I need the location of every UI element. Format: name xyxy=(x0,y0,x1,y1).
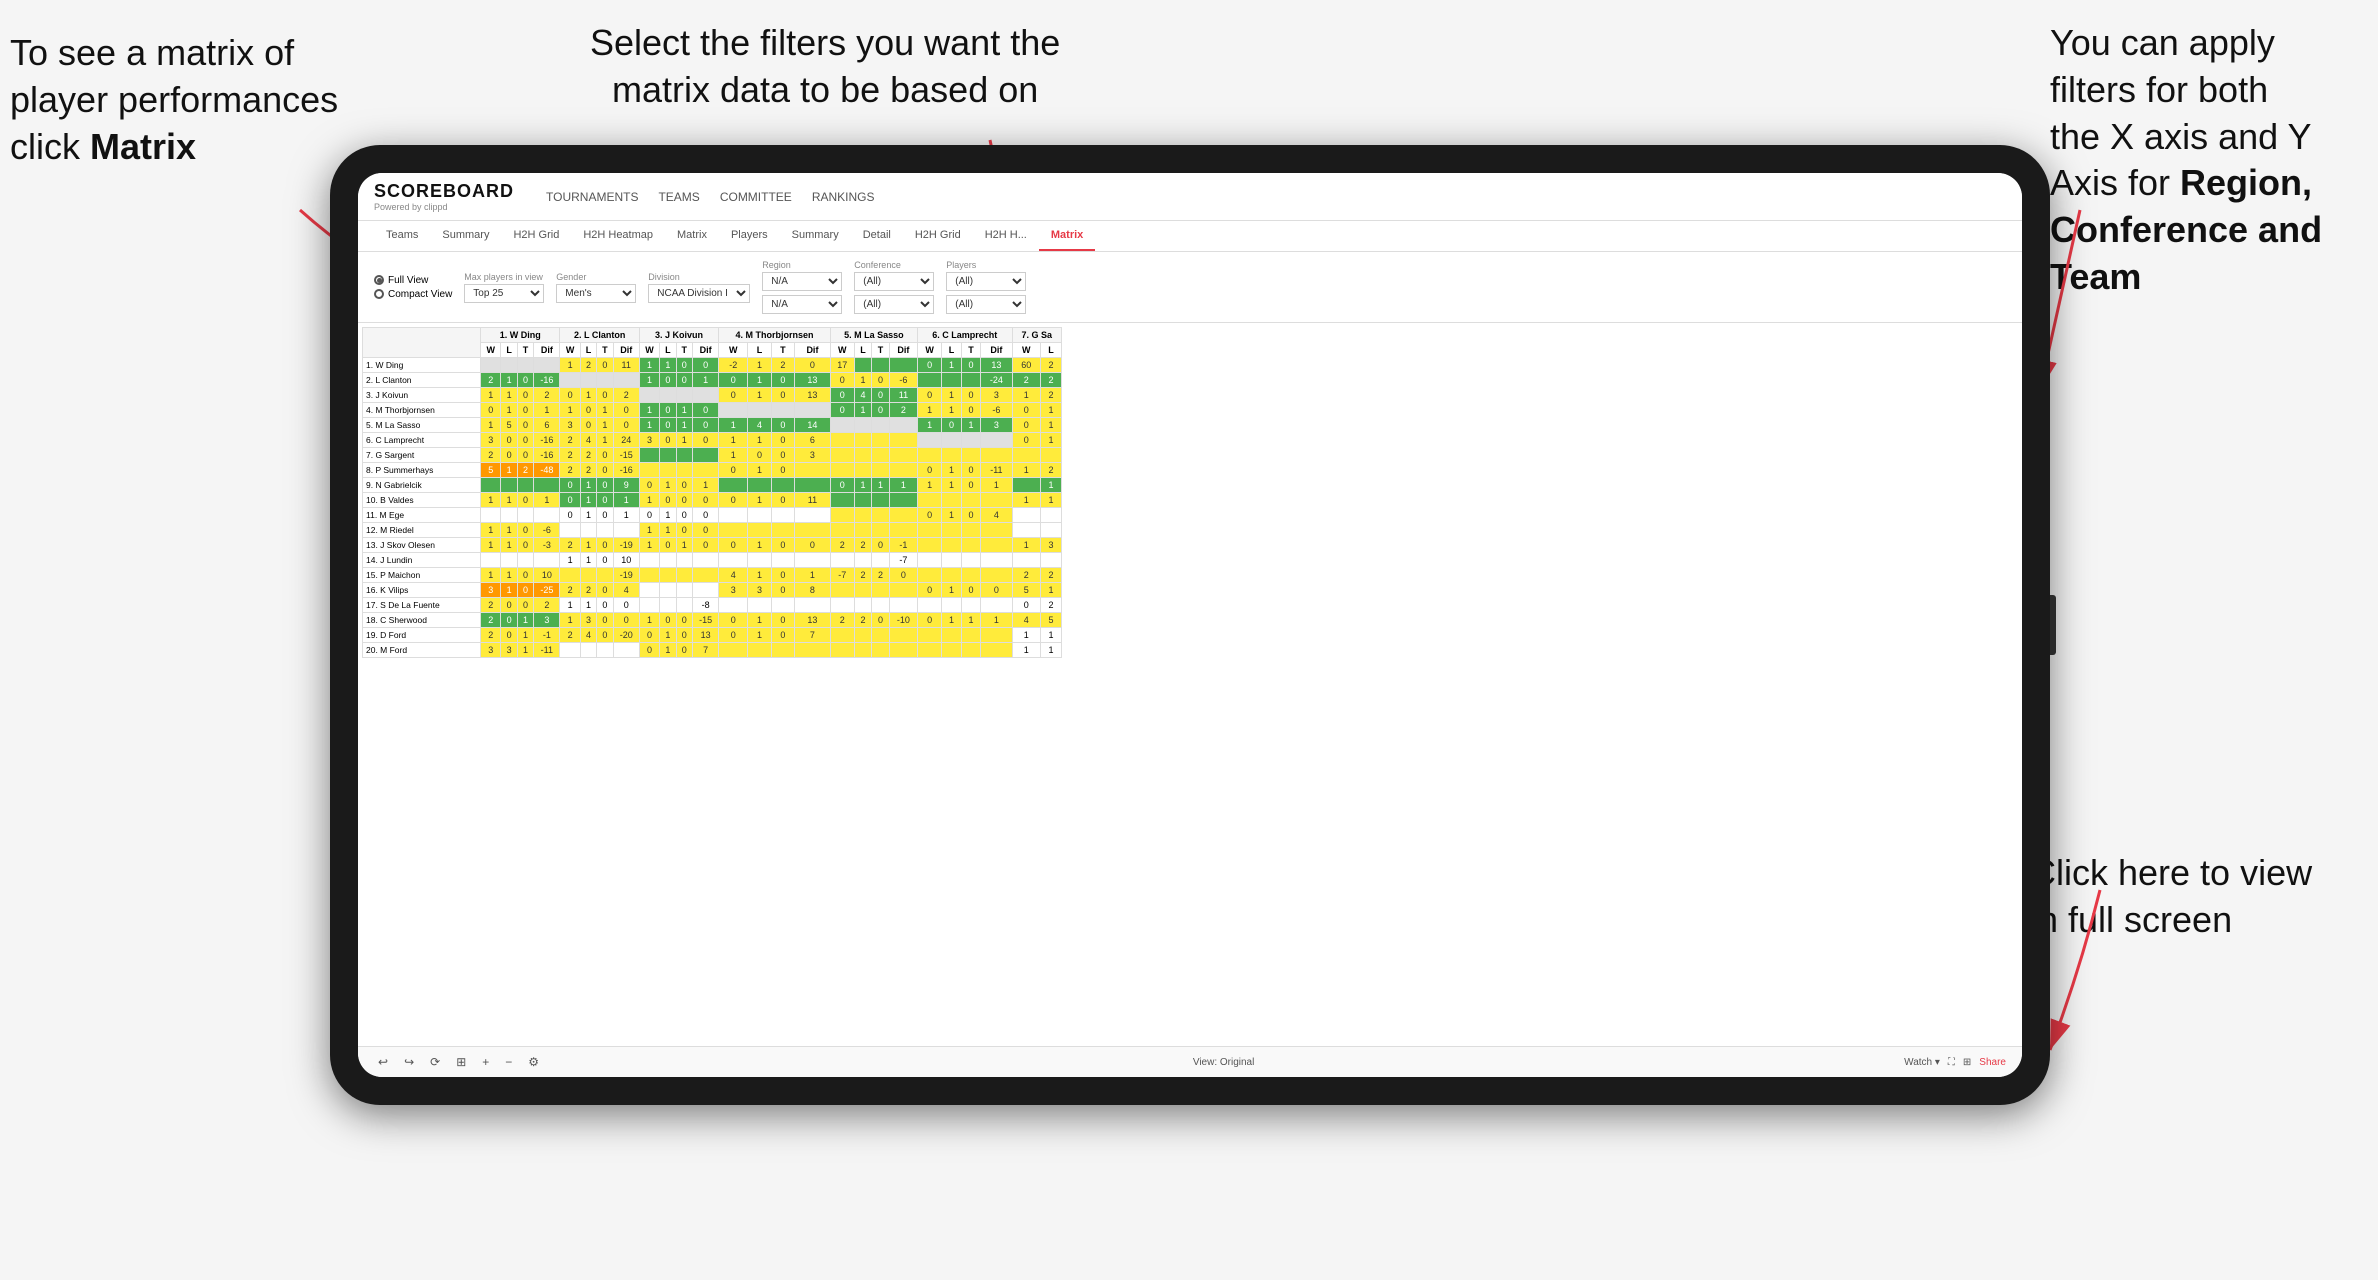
filter-conference: Conference (All) (All) xyxy=(854,260,934,314)
region-select-2[interactable]: N/A xyxy=(762,295,842,314)
radio-compact-view[interactable]: Compact View xyxy=(374,289,452,300)
table-row: 8. P Summerhays 512-48 220-16 010 010-11… xyxy=(363,463,1062,478)
conference-select-1[interactable]: (All) xyxy=(854,272,934,291)
refresh-button[interactable]: ⟳ xyxy=(426,1053,444,1071)
table-row: 10. B Valdes 1101 0101 1000 01011 11 xyxy=(363,493,1062,508)
table-row: 7. G Sargent 200-16 220-15 1003 xyxy=(363,448,1062,463)
share-button[interactable]: Share xyxy=(1979,1057,2006,1068)
tab-summary[interactable]: Summary xyxy=(430,221,501,251)
nav-tournaments[interactable]: TOURNAMENTS xyxy=(546,186,638,208)
region-select-1[interactable]: N/A xyxy=(762,272,842,291)
annotation-top-center: Select the filters you want the matrix d… xyxy=(590,20,1060,114)
bottom-toolbar: ↩ ↪ ⟳ ⊞ + − ⚙ View: Original Watch ▾ ⛶ ⊞… xyxy=(358,1046,2022,1077)
table-row: 19. D Ford 201-1 240-20 01013 0107 11 xyxy=(363,628,1062,643)
table-row: 18. C Sherwood 2013 1300 100-15 01013 22… xyxy=(363,613,1062,628)
fullscreen-button[interactable]: ⛶ xyxy=(1948,1057,1955,1068)
col-header-lamp: 6. C Lamprecht xyxy=(918,328,1013,343)
tab-detail[interactable]: Detail xyxy=(851,221,903,251)
col-header-gs: 7. G Sa xyxy=(1012,328,1061,343)
annotation-top-right: You can apply filters for both the X axi… xyxy=(2050,20,2322,301)
tablet-screen: SCOREBOARD Powered by clippd TOURNAMENTS… xyxy=(358,173,2022,1077)
tab-h2h-grid-2[interactable]: H2H Grid xyxy=(903,221,973,251)
tablet-side-button xyxy=(2050,595,2056,655)
col-header-ding: 1. W Ding xyxy=(481,328,560,343)
tab-summary-2[interactable]: Summary xyxy=(780,221,851,251)
radio-full-dot xyxy=(374,275,384,285)
conference-select-2[interactable]: (All) xyxy=(854,295,934,314)
division-select[interactable]: NCAA Division I xyxy=(648,284,750,303)
nav-teams[interactable]: TEAMS xyxy=(658,186,699,208)
filter-players: Players (All) (All) xyxy=(946,260,1026,314)
radio-compact-dot xyxy=(374,289,384,299)
table-row: 2. L Clanton 210-16 1001 01013 010-6 -24… xyxy=(363,373,1062,388)
view-radio-group: Full View Compact View xyxy=(374,275,452,300)
col-header-empty xyxy=(363,328,481,358)
matrix-area[interactable]: 1. W Ding 2. L Clanton 3. J Koivun 4. M … xyxy=(358,323,2022,1046)
table-row: 13. J Skov Olesen 110-3 210-19 1010 0100… xyxy=(363,538,1062,553)
table-row: 20. M Ford 331-11 0107 11 xyxy=(363,643,1062,658)
annotation-bottom-right: Click here to view in full screen xyxy=(2030,850,2312,944)
table-row: 3. J Koivun 1102 0102 01013 04011 0103 1… xyxy=(363,388,1062,403)
filter-gender: Gender Men's xyxy=(556,272,636,303)
table-row: 12. M Riedel 110-6 1100 xyxy=(363,523,1062,538)
table-row: 16. K Vilips 310-25 2204 3308 0100 51 xyxy=(363,583,1062,598)
table-row: 17. S De La Fuente 2002 1100 -8 02 xyxy=(363,598,1062,613)
table-row: 11. M Ege 0101 0100 0104 xyxy=(363,508,1062,523)
table-row: 9. N Gabrielcik 0109 0101 0111 1101 1 xyxy=(363,478,1062,493)
table-row: 14. J Lundin 11010 -7 xyxy=(363,553,1062,568)
nav-rankings[interactable]: RANKINGS xyxy=(812,186,875,208)
players-select-1[interactable]: (All) xyxy=(946,272,1026,291)
grid-icon[interactable]: ⊞ xyxy=(1963,1057,1971,1068)
table-row: 15. P Maichon 11010 -19 4101 -7220 22 xyxy=(363,568,1062,583)
view-label: View: Original xyxy=(1193,1057,1255,1068)
sub-tabs: Teams Summary H2H Grid H2H Heatmap Matri… xyxy=(358,221,2022,252)
table-row: 1. W Ding 12011 1100 -2120 17 01013 602 xyxy=(363,358,1062,373)
max-players-select[interactable]: Top 25 xyxy=(464,284,544,303)
watch-button[interactable]: Watch ▾ xyxy=(1904,1057,1940,1068)
col-header-koivun: 3. J Koivun xyxy=(639,328,718,343)
nav-committee[interactable]: COMMITTEE xyxy=(720,186,792,208)
tab-h2h-grid[interactable]: H2H Grid xyxy=(501,221,571,251)
full-view-label: Full View xyxy=(388,275,428,286)
filter-division: Division NCAA Division I xyxy=(648,272,750,303)
table-row: 5. M La Sasso 1506 3010 1010 14014 1013 … xyxy=(363,418,1062,433)
players-select-2[interactable]: (All) xyxy=(946,295,1026,314)
gender-select[interactable]: Men's xyxy=(556,284,636,303)
tab-h2h-h[interactable]: H2H H... xyxy=(973,221,1039,251)
nav-items: TOURNAMENTS TEAMS COMMITTEE RANKINGS xyxy=(546,186,874,208)
scoreboard-logo: SCOREBOARD Powered by clippd xyxy=(374,181,514,212)
matrix-table: 1. W Ding 2. L Clanton 3. J Koivun 4. M … xyxy=(362,327,1062,658)
zoom-out-button[interactable]: − xyxy=(501,1053,516,1071)
layout-button[interactable]: ⊞ xyxy=(452,1053,470,1071)
tab-h2h-heatmap[interactable]: H2H Heatmap xyxy=(571,221,665,251)
filter-max-players: Max players in view Top 25 xyxy=(464,272,544,303)
zoom-in-button[interactable]: + xyxy=(478,1053,493,1071)
tablet-frame: SCOREBOARD Powered by clippd TOURNAMENTS… xyxy=(330,145,2050,1105)
table-row: 4. M Thorbjornsen 0101 1010 1010 0102 11… xyxy=(363,403,1062,418)
col-header-clanton: 2. L Clanton xyxy=(560,328,639,343)
redo-button[interactable]: ↪ xyxy=(400,1053,418,1071)
filter-bar: Full View Compact View Max players in vi… xyxy=(358,252,2022,323)
tab-teams[interactable]: Teams xyxy=(374,221,430,251)
tab-matrix-1[interactable]: Matrix xyxy=(665,221,719,251)
col-header-sasso: 5. M La Sasso xyxy=(830,328,917,343)
tab-matrix-active[interactable]: Matrix xyxy=(1039,221,1095,251)
filter-region: Region N/A N/A xyxy=(762,260,842,314)
table-row: 6. C Lamprecht 300-16 24124 3010 1106 01 xyxy=(363,433,1062,448)
radio-full-view[interactable]: Full View xyxy=(374,275,452,286)
undo-button[interactable]: ↩ xyxy=(374,1053,392,1071)
toolbar-center: View: Original xyxy=(1193,1057,1255,1068)
compact-view-label: Compact View xyxy=(388,289,452,300)
annotation-top-left: To see a matrix of player performances c… xyxy=(10,30,338,170)
scoreboard-nav: SCOREBOARD Powered by clippd TOURNAMENTS… xyxy=(358,173,2022,221)
col-header-thorb: 4. M Thorbjornsen xyxy=(719,328,831,343)
toolbar-right: Watch ▾ ⛶ ⊞ Share xyxy=(1904,1057,2006,1068)
settings-icon[interactable]: ⚙ xyxy=(524,1053,543,1071)
toolbar-left: ↩ ↪ ⟳ ⊞ + − ⚙ xyxy=(374,1053,543,1071)
tab-players[interactable]: Players xyxy=(719,221,780,251)
